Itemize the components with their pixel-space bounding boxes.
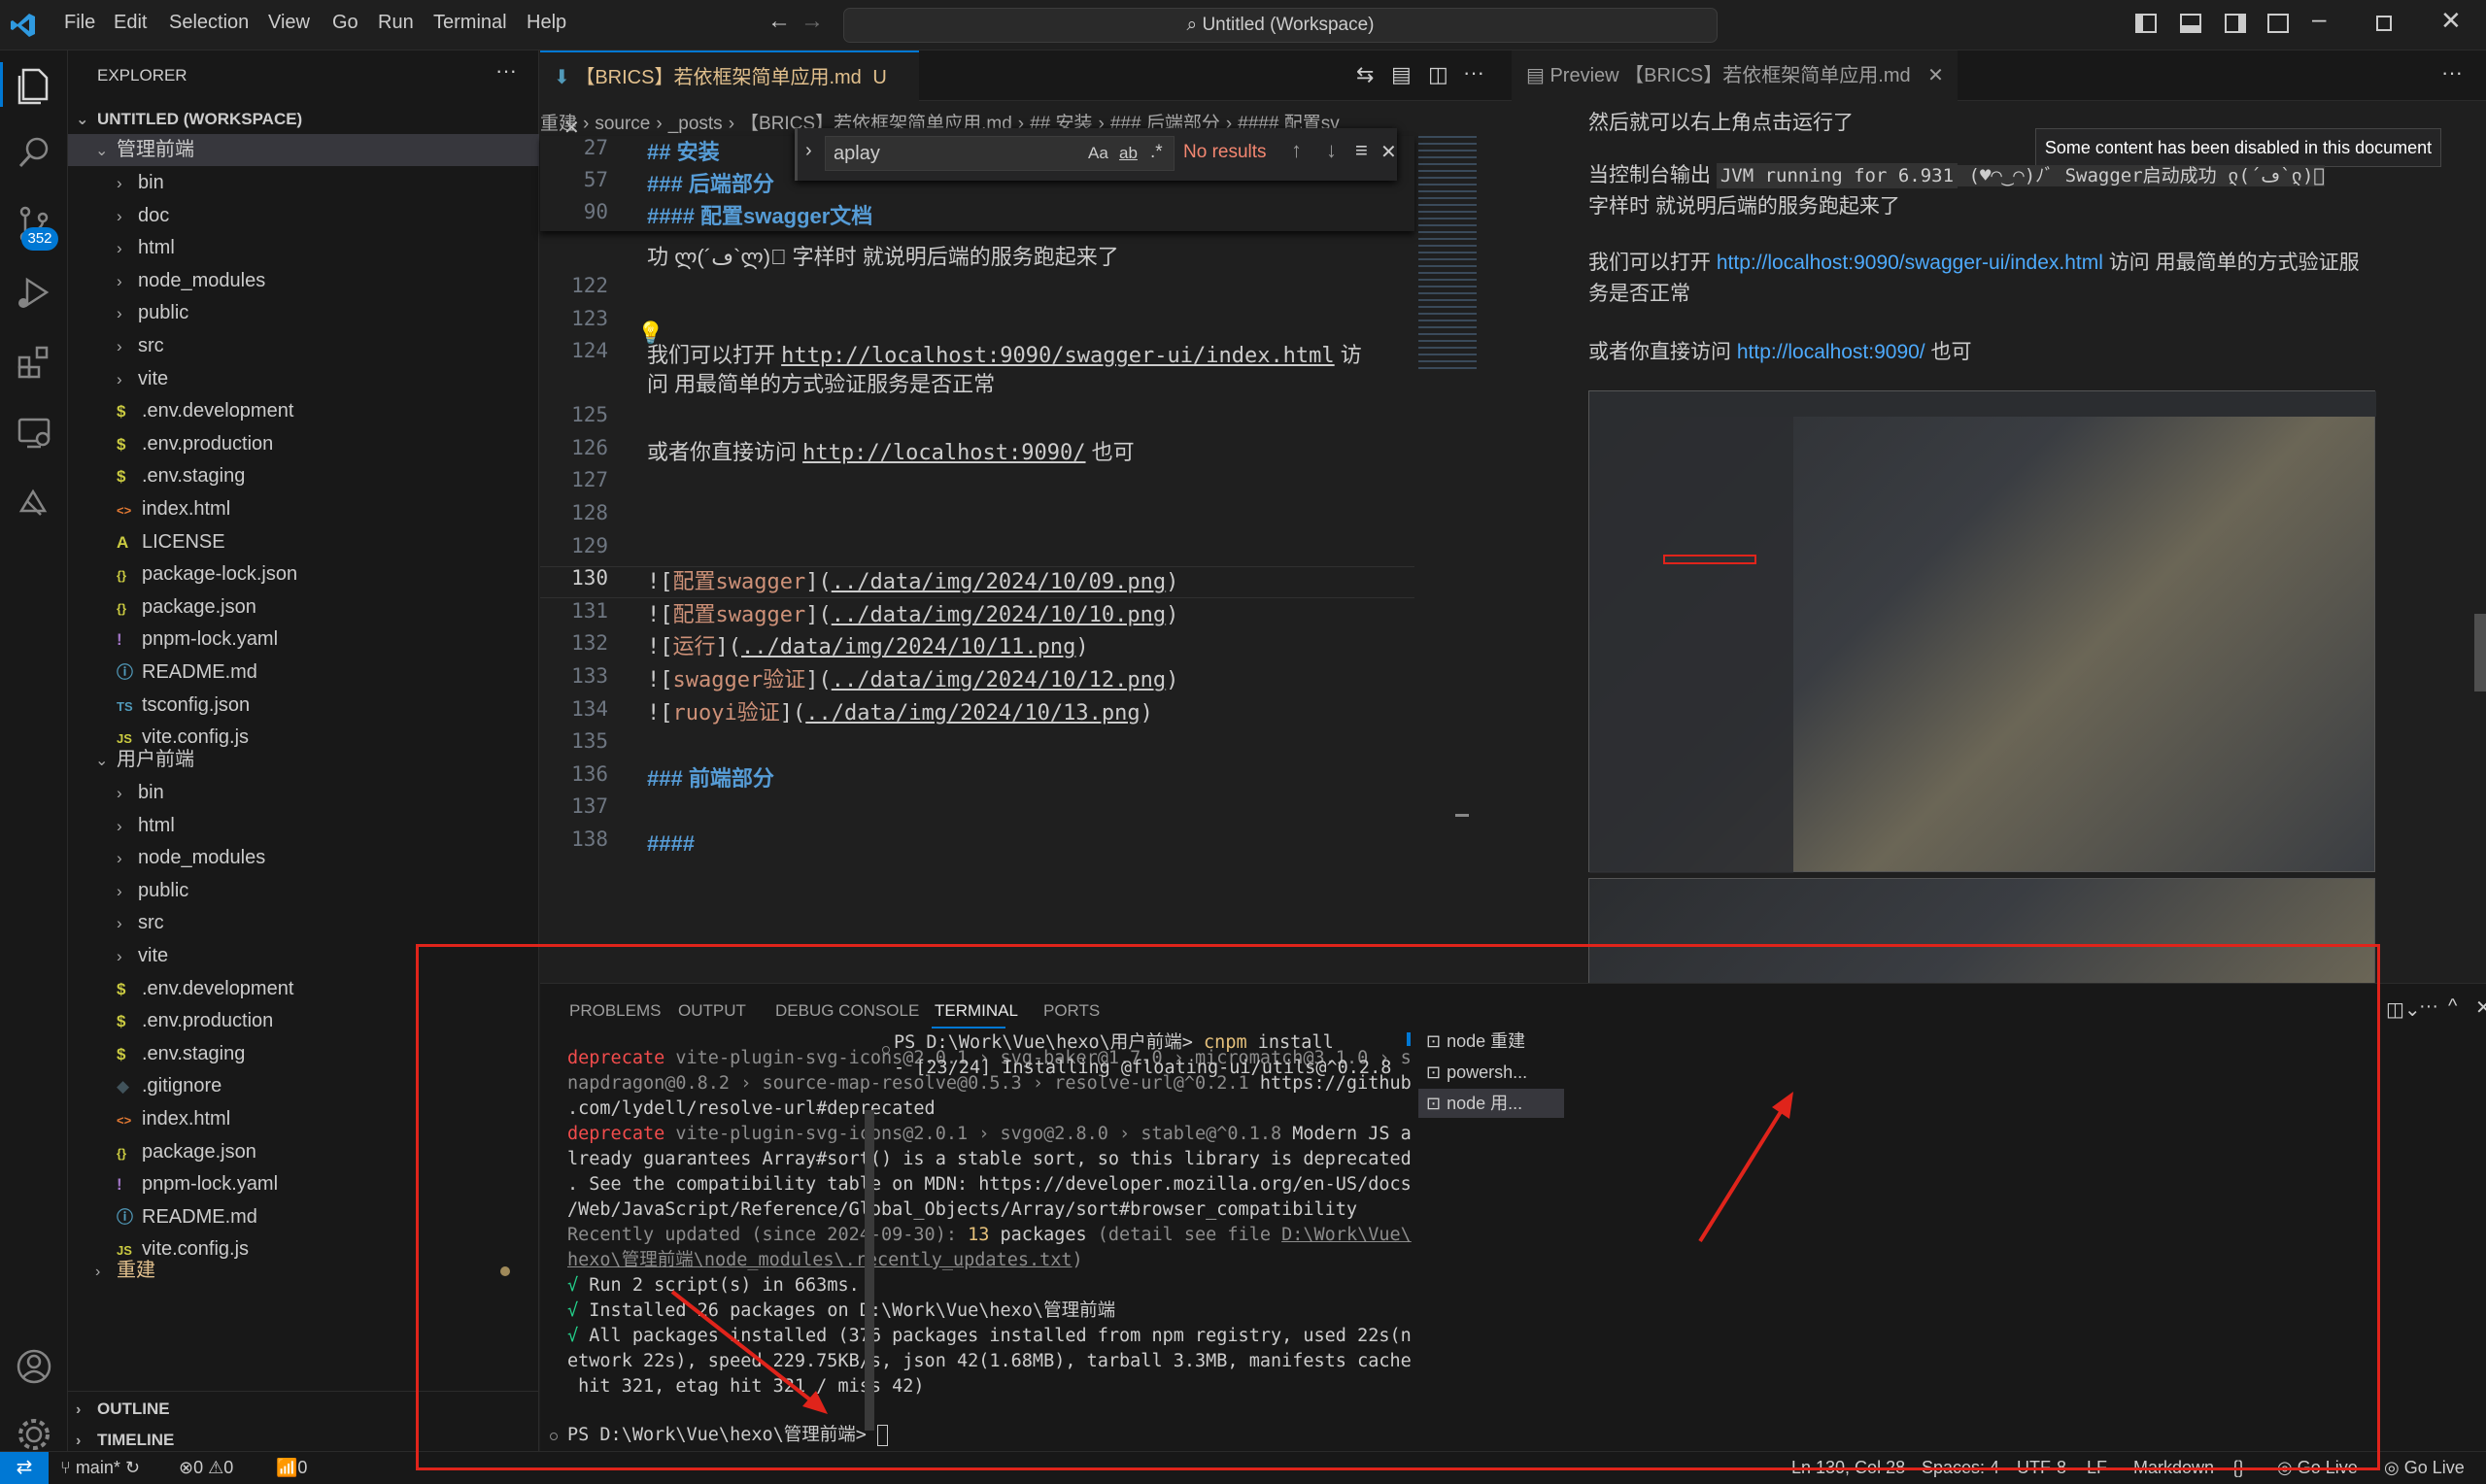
arrow-to-right-install (1698, 1105, 1786, 1243)
annotation-arrows (670, 1092, 1793, 1414)
arrow-to-left-prompt (670, 1290, 818, 1406)
